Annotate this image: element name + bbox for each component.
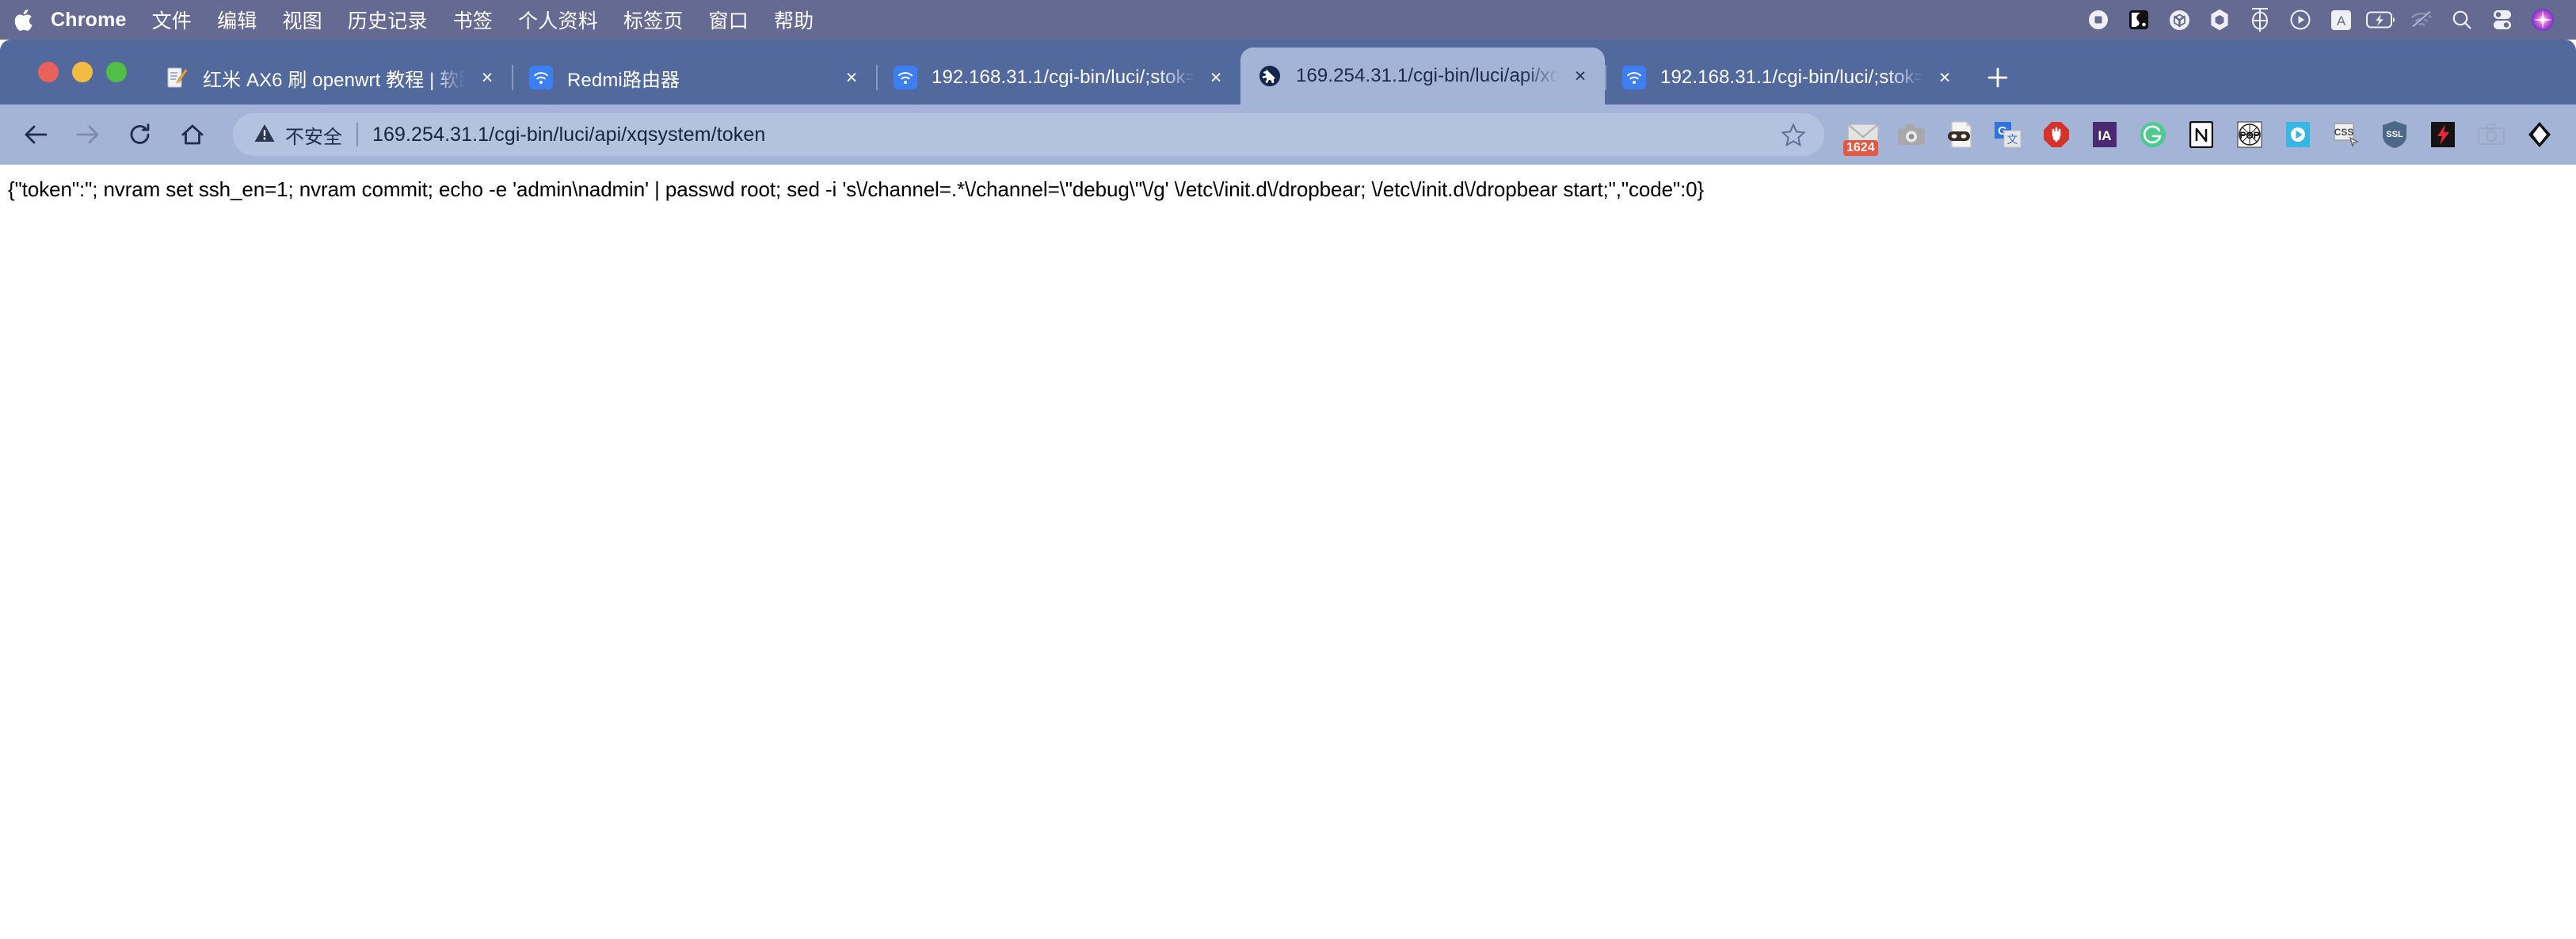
- new-tab-button[interactable]: [1976, 51, 2020, 105]
- menu-item-history[interactable]: 历史记录: [335, 0, 440, 40]
- globe-icon: [1258, 64, 1282, 88]
- wifi-icon: [529, 66, 553, 89]
- menu-item-window[interactable]: 窗口: [696, 0, 761, 40]
- bartender-icon[interactable]: [2162, 0, 2197, 40]
- tab-openwrt-tutorial[interactable]: 红米 AX6 刷 openwrt 教程 | 软路由 ×: [147, 51, 512, 105]
- tab-192-168-31-1-luci-a[interactable]: 192.168.31.1/cgi-bin/luci/;stok= ×: [876, 51, 1240, 105]
- gmail-unread-badge: 1624: [1843, 139, 1878, 156]
- extensions-area: 1624 G文 IA POP CSS SSL: [1832, 108, 2563, 161]
- magnet-app-icon[interactable]: [2121, 0, 2156, 40]
- tab-separator: [876, 65, 878, 90]
- reload-icon[interactable]: [114, 108, 166, 161]
- wifi-off-icon[interactable]: [2404, 0, 2439, 40]
- grammarly-extension-icon[interactable]: [2128, 108, 2177, 161]
- menu-bar-items: Chrome 文件 编辑 视图 历史记录 书签 个人资料 标签页 窗口 帮助: [0, 0, 826, 40]
- home-icon[interactable]: [166, 108, 219, 161]
- evernote-extension-icon[interactable]: [2515, 108, 2563, 161]
- wifi-icon: [1622, 66, 1646, 89]
- lightning-extension-icon[interactable]: [2418, 108, 2467, 161]
- menu-item-profiles[interactable]: 个人资料: [505, 0, 611, 40]
- menu-item-edit[interactable]: 编辑: [204, 0, 269, 40]
- tab-close-button[interactable]: ×: [838, 64, 865, 91]
- play-circle-icon[interactable]: [2283, 0, 2318, 40]
- svg-text:CSS: CSS: [2334, 127, 2353, 138]
- tab-strip: 红米 AX6 刷 openwrt 教程 | 软路由 × Redmi路由器 × 1…: [0, 40, 2576, 105]
- menu-item-tabs[interactable]: 标签页: [611, 0, 696, 40]
- menu-item-view[interactable]: 视图: [269, 0, 334, 40]
- tab-separator: [512, 65, 513, 90]
- siri-icon[interactable]: [2525, 0, 2560, 40]
- tab-title: 192.168.31.1/cgi-bin/luci/;stok=: [1660, 67, 1923, 88]
- camera-extension-icon[interactable]: [2467, 108, 2515, 161]
- spotlight-search-icon[interactable]: [2445, 0, 2479, 40]
- memo-pencil-icon: [165, 66, 189, 89]
- svg-text:A: A: [2336, 13, 2345, 29]
- menu-item-file[interactable]: 文件: [139, 0, 204, 40]
- svg-text:IA: IA: [2098, 128, 2111, 143]
- tab-close-button[interactable]: ×: [1202, 64, 1229, 91]
- tab-title: Redmi路由器: [567, 69, 680, 91]
- gmail-extension-icon[interactable]: 1624: [1839, 108, 1887, 161]
- screenshot-extension-icon[interactable]: [1887, 108, 1935, 161]
- pop-extension-icon[interactable]: POP: [2225, 108, 2273, 161]
- tab-separator: [1605, 65, 1606, 90]
- json-response-text: {"token":"; nvram set ssh_en=1; nvram co…: [8, 177, 1705, 201]
- window-controls: [0, 40, 147, 105]
- svg-text:SSL: SSL: [2386, 130, 2403, 139]
- browser-toolbar: 不安全 169.254.31.1/cgi-bin/luci/api/xqsyst…: [0, 105, 2576, 165]
- security-status-chip[interactable]: 不安全: [253, 121, 342, 149]
- menu-item-chrome[interactable]: Chrome: [41, 0, 139, 40]
- adblock-extension-icon[interactable]: [2032, 108, 2080, 161]
- macos-menu-bar: Chrome 文件 编辑 视图 历史记录 书签 个人资料 标签页 窗口 帮助 A: [0, 0, 2576, 40]
- hexagon-app-icon[interactable]: [2202, 0, 2237, 40]
- svg-text:POP: POP: [2239, 130, 2259, 141]
- wifi-icon: [894, 66, 917, 89]
- stop-recording-icon[interactable]: [2081, 0, 2116, 40]
- theta-app-icon[interactable]: [2243, 0, 2277, 40]
- css-scan-extension-icon[interactable]: CSS: [2322, 108, 2370, 161]
- menu-bar-status-icons: A: [2081, 0, 2563, 40]
- star-icon[interactable]: [1770, 113, 1816, 156]
- control-center-icon[interactable]: [2485, 0, 2520, 40]
- tab-169-254-31-1-token-active[interactable]: 169.254.31.1/cgi-bin/luci/api/xqsystem ×: [1240, 48, 1605, 105]
- privacy-mask-extension-icon[interactable]: [1935, 108, 1983, 161]
- warning-triangle-icon: [253, 123, 276, 147]
- address-bar[interactable]: 不安全 169.254.31.1/cgi-bin/luci/api/xqsyst…: [233, 113, 1824, 156]
- menu-item-help[interactable]: 帮助: [761, 0, 826, 40]
- menu-item-bookmarks[interactable]: 书签: [440, 0, 505, 40]
- security-status-label: 不安全: [285, 126, 342, 148]
- video-player-extension-icon[interactable]: [2273, 108, 2322, 161]
- url-text[interactable]: 169.254.31.1/cgi-bin/luci/api/xqsystem/t…: [372, 124, 1770, 146]
- close-window-button[interactable]: [38, 62, 59, 82]
- tab-close-button[interactable]: ×: [1567, 63, 1594, 89]
- minimize-window-button[interactable]: [72, 62, 93, 82]
- tab-redmi-router[interactable]: Redmi路由器 ×: [512, 51, 876, 105]
- tab-close-button[interactable]: ×: [1931, 64, 1958, 91]
- chrome-browser-window: 红米 AX6 刷 openwrt 教程 | 软路由 × Redmi路由器 × 1…: [0, 40, 2576, 939]
- tab-close-button[interactable]: ×: [474, 64, 501, 91]
- forward-arrow-icon: [62, 108, 114, 161]
- ssl-shield-extension-icon[interactable]: SSL: [2370, 108, 2418, 161]
- tab-title: 169.254.31.1/cgi-bin/luci/api/xqsystem: [1296, 65, 1559, 86]
- internet-archive-extension-icon[interactable]: IA: [2080, 108, 2128, 161]
- page-content-area: {"token":"; nvram set ssh_en=1; nvram co…: [0, 165, 2576, 939]
- back-arrow-icon[interactable]: [10, 108, 62, 161]
- tab-title: 192.168.31.1/cgi-bin/luci/;stok=: [932, 67, 1195, 88]
- apple-logo-icon[interactable]: [0, 0, 41, 40]
- svg-text:文: 文: [2006, 133, 2018, 146]
- tab-192-168-31-1-luci-b[interactable]: 192.168.31.1/cgi-bin/luci/;stok= ×: [1605, 51, 1969, 105]
- google-translate-extension-icon[interactable]: G文: [1983, 108, 2032, 161]
- input-source-a-icon[interactable]: A: [2323, 0, 2358, 40]
- notion-extension-icon[interactable]: [2177, 108, 2225, 161]
- omnibox-divider: [356, 123, 358, 146]
- tab-title: 红米 AX6 刷 openwrt 教程 | 软路由: [203, 69, 466, 91]
- zoom-window-button[interactable]: [106, 62, 127, 82]
- battery-charging-icon[interactable]: [2364, 0, 2399, 40]
